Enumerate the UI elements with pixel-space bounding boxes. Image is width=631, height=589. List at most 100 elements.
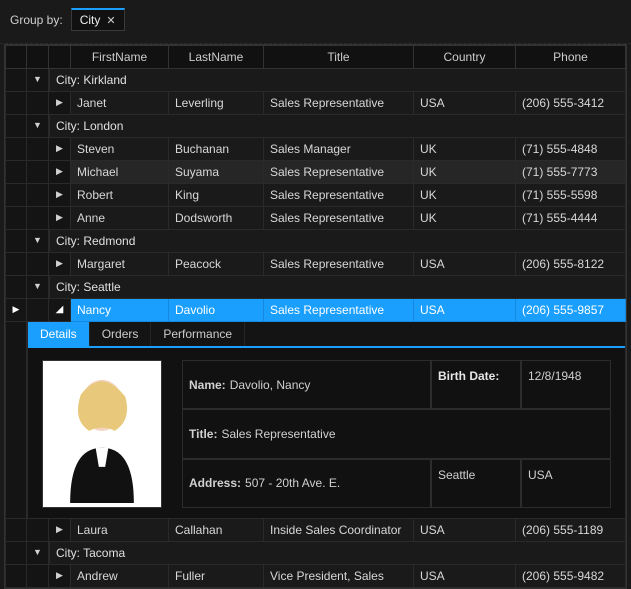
chevron-right-icon[interactable] — [56, 144, 63, 154]
table-row[interactable]: LauraCallahanInside Sales CoordinatorUSA… — [5, 519, 626, 542]
group-row[interactable]: City: Tacoma — [5, 542, 626, 565]
detail-address-label: Address: — [189, 476, 241, 490]
chevron-down-icon[interactable] — [33, 236, 42, 246]
detail-expander[interactable] — [49, 565, 71, 588]
cell-phone: (206) 555-3412 — [516, 92, 626, 115]
cell-firstname: Anne — [71, 207, 169, 230]
detail-expander[interactable] — [49, 207, 71, 230]
group-expander[interactable] — [27, 276, 49, 299]
group-label: City: Tacoma — [49, 542, 626, 565]
chevron-down-icon[interactable] — [33, 121, 42, 131]
cell-lastname: Dodsworth — [169, 207, 264, 230]
chevron-right-icon[interactable] — [56, 190, 63, 200]
group-label: City: Seattle — [49, 276, 626, 299]
tab-orders[interactable]: Orders — [90, 322, 152, 346]
chevron-down-icon[interactable]: ◢ — [56, 305, 64, 315]
col-lastname[interactable]: LastName — [169, 45, 264, 69]
cell-firstname: Steven — [71, 138, 169, 161]
chevron-right-icon[interactable] — [56, 213, 63, 223]
col-title[interactable]: Title — [264, 45, 414, 69]
chevron-down-icon[interactable] — [33, 282, 42, 292]
col-firstname[interactable]: FirstName — [71, 45, 169, 69]
detail-expander[interactable] — [49, 184, 71, 207]
cell-firstname: Janet — [71, 92, 169, 115]
close-icon[interactable]: ✕ — [106, 14, 115, 27]
detail-expander[interactable] — [49, 253, 71, 276]
chevron-down-icon[interactable] — [33, 75, 42, 85]
row-indicator — [5, 92, 27, 115]
cell-country: UK — [414, 184, 516, 207]
chevron-right-icon[interactable] — [56, 259, 63, 269]
row-indicator — [5, 184, 27, 207]
cell-title: Sales Representative — [264, 207, 414, 230]
cell-title: Vice President, Sales — [264, 565, 414, 588]
table-row[interactable]: AnneDodsworthSales RepresentativeUK(71) … — [5, 207, 626, 230]
current-row-icon — [13, 305, 20, 315]
table-row[interactable]: ◢NancyDavolioSales RepresentativeUSA(206… — [5, 299, 626, 322]
detail-title: Title: Sales Representative — [182, 409, 611, 458]
table-row[interactable]: MichaelSuyamaSales RepresentativeUK(71) … — [5, 161, 626, 184]
row-indicator — [5, 207, 27, 230]
row-indicator — [5, 565, 27, 588]
detail-expander[interactable] — [49, 92, 71, 115]
group-expander[interactable] — [27, 115, 49, 138]
chevron-right-icon[interactable] — [56, 98, 63, 108]
detail-expander[interactable]: ◢ — [49, 299, 71, 322]
group-row[interactable]: City: Seattle — [5, 276, 626, 299]
detail-birth-label: Birth Date: — [431, 360, 521, 409]
detail-body: Name: Davolio, NancyBirth Date:12/8/1948… — [28, 348, 625, 518]
table-row[interactable]: StevenBuchananSales ManagerUK(71) 555-48… — [5, 138, 626, 161]
tab-performance[interactable]: Performance — [151, 322, 245, 346]
detail-expander[interactable] — [49, 519, 71, 542]
row-indicator — [5, 230, 27, 253]
detail-title-label: Title: — [189, 427, 217, 441]
header-spacer — [5, 45, 27, 69]
cell-firstname: Andrew — [71, 565, 169, 588]
detail-name-label: Name: — [189, 378, 226, 392]
cell-title: Sales Manager — [264, 138, 414, 161]
group-row[interactable]: City: Kirkland — [5, 69, 626, 92]
group-expander[interactable] — [27, 542, 49, 565]
group-by-label: Group by: — [10, 13, 63, 27]
tab-details[interactable]: Details — [28, 322, 90, 346]
cell-phone: (71) 555-5598 — [516, 184, 626, 207]
row-indicator — [5, 253, 27, 276]
chevron-down-icon[interactable] — [33, 548, 42, 558]
column-headers: FirstName LastName Title Country Phone — [5, 45, 626, 69]
cell-phone: (206) 555-1189 — [516, 519, 626, 542]
table-row[interactable]: AndrewFullerVice President, SalesUSA(206… — [5, 565, 626, 588]
detail-country-value: USA — [521, 459, 611, 508]
data-grid: FirstName LastName Title Country Phone C… — [4, 44, 627, 589]
table-row[interactable]: RobertKingSales RepresentativeUK(71) 555… — [5, 184, 626, 207]
row-indicator — [5, 276, 27, 299]
row-indicator — [5, 322, 27, 519]
row-indicator — [5, 69, 27, 92]
cell-firstname: Margaret — [71, 253, 169, 276]
row-spacer — [27, 299, 49, 322]
chevron-right-icon[interactable] — [56, 167, 63, 177]
row-spacer — [27, 161, 49, 184]
employee-photo — [42, 360, 162, 508]
cell-phone: (206) 555-9857 — [516, 299, 626, 322]
group-by-bar: Group by: City ✕ — [0, 0, 631, 44]
row-indicator — [5, 519, 27, 542]
group-chip-city[interactable]: City ✕ — [71, 8, 125, 31]
col-phone[interactable]: Phone — [516, 45, 626, 69]
detail-expander[interactable] — [49, 138, 71, 161]
detail-expander[interactable] — [49, 161, 71, 184]
col-country[interactable]: Country — [414, 45, 516, 69]
group-row[interactable]: City: Redmond — [5, 230, 626, 253]
chevron-right-icon[interactable] — [56, 525, 63, 535]
cell-phone: (71) 555-4444 — [516, 207, 626, 230]
cell-country: USA — [414, 92, 516, 115]
group-expander[interactable] — [27, 230, 49, 253]
group-expander[interactable] — [27, 69, 49, 92]
table-row[interactable]: JanetLeverlingSales RepresentativeUSA(20… — [5, 92, 626, 115]
cell-firstname: Robert — [71, 184, 169, 207]
group-row[interactable]: City: London — [5, 115, 626, 138]
cell-lastname: Suyama — [169, 161, 264, 184]
table-row[interactable]: MargaretPeacockSales RepresentativeUSA(2… — [5, 253, 626, 276]
row-indicator — [5, 115, 27, 138]
cell-lastname: Buchanan — [169, 138, 264, 161]
chevron-right-icon[interactable] — [56, 571, 63, 581]
